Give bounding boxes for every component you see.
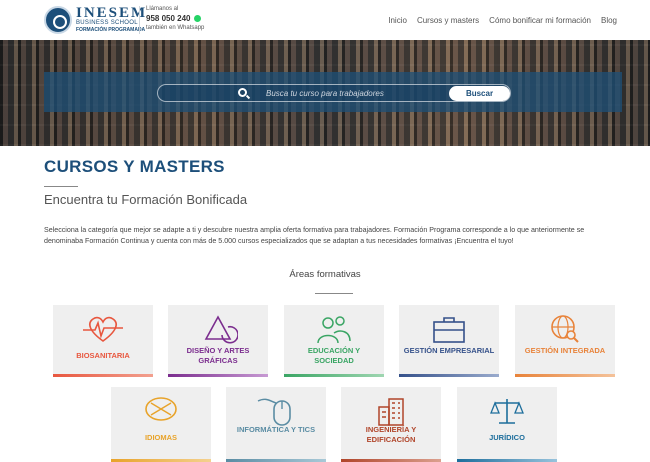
area-card-diseno[interactable]: DISEÑO Y ARTES GRÁFICAS xyxy=(168,305,268,377)
globe-search-icon xyxy=(551,315,579,343)
area-bar-biosanitaria xyxy=(53,374,153,377)
area-card-idiomas[interactable]: IDIOMAS xyxy=(111,387,211,462)
area-label-juridico: JURÍDICO xyxy=(489,433,525,442)
areas-underline xyxy=(315,293,353,294)
people-icon xyxy=(317,316,351,344)
search-button[interactable]: Buscar xyxy=(449,86,510,101)
whatsapp-label: también en Whatsapp xyxy=(146,25,205,31)
hero-banner: Buscar xyxy=(0,40,650,146)
area-card-gestion-integrada[interactable]: GESTIÓN INTEGRADA xyxy=(515,305,615,377)
phone-text[interactable]: 958 050 240 xyxy=(146,14,191,23)
logo-subtitle: BUSINESS SCHOOL xyxy=(76,20,138,26)
search-input[interactable] xyxy=(266,87,436,99)
mouse-icon xyxy=(257,398,291,426)
area-bar-gestion-empresarial xyxy=(399,374,499,377)
heartbeat-icon xyxy=(83,316,123,342)
shapes-icon xyxy=(204,315,238,344)
phone-number[interactable]: 958 050 240 xyxy=(146,14,201,23)
area-bar-diseno xyxy=(168,374,268,377)
page-title: CURSOS Y MASTERS xyxy=(44,157,225,176)
page-subtitle: Encuentra tu Formación Bonificada xyxy=(44,192,248,207)
intro-paragraph: Selecciona la categoría que mejor se ada… xyxy=(44,226,585,245)
area-label-educacion: EDUCACIÓN Y SOCIEDAD xyxy=(307,346,361,365)
whatsapp-icon[interactable] xyxy=(193,15,201,22)
speech-bubble-icon xyxy=(145,397,177,421)
area-bar-educacion xyxy=(284,374,384,377)
area-label-diseno: DISEÑO Y ARTES GRÁFICAS xyxy=(186,346,250,365)
area-card-informatica[interactable]: INFORMÁTICA Y TICS xyxy=(226,387,326,462)
building-icon xyxy=(378,398,404,426)
main-nav: Inicio Cursos y masters Cómo bonificar m… xyxy=(388,16,617,25)
area-label-idiomas: IDIOMAS xyxy=(144,433,178,442)
areas-heading: Áreas formativas xyxy=(289,269,361,280)
header-divider xyxy=(139,6,140,34)
area-label-informatica: INFORMÁTICA Y TICS xyxy=(236,425,316,434)
area-label-ingenieria: INGENIERÍA Y EDIFICACIÓN xyxy=(365,425,417,444)
area-card-ingenieria[interactable]: INGENIERÍA Y EDIFICACIÓN xyxy=(341,387,441,462)
call-label: Llámanos al xyxy=(146,6,179,12)
area-label-gestion-integrada: GESTIÓN INTEGRADA xyxy=(524,346,606,355)
area-label-gestion-empresarial: GESTIÓN EMPRESARIAL xyxy=(403,346,495,355)
search-bar: Buscar xyxy=(157,84,511,102)
nav-link-blog[interactable]: Blog xyxy=(601,16,617,25)
nav-link-inicio[interactable]: Inicio xyxy=(388,16,407,25)
logo-tagline: FORMACIÓN PROGRAMADA xyxy=(76,27,146,33)
search-icon xyxy=(238,88,247,97)
site-header: INESEM BUSINESS SCHOOL FORMACIÓN PROGRAM… xyxy=(0,0,650,40)
scales-icon xyxy=(490,399,524,424)
area-card-educacion[interactable]: EDUCACIÓN Y SOCIEDAD xyxy=(284,305,384,377)
area-bar-gestion-integrada xyxy=(515,374,615,377)
area-card-juridico[interactable]: JURÍDICO xyxy=(457,387,557,462)
nav-link-bonificar[interactable]: Cómo bonificar mi formación xyxy=(489,16,591,25)
logo-emblem-icon[interactable] xyxy=(44,6,72,34)
title-underline xyxy=(44,186,78,187)
area-card-gestion-empresarial[interactable]: GESTIÓN EMPRESARIAL xyxy=(399,305,499,377)
area-label-biosanitaria: BIOSANITARIA xyxy=(76,351,130,360)
nav-link-cursos[interactable]: Cursos y masters xyxy=(417,16,479,25)
briefcase-icon xyxy=(433,317,465,343)
area-card-biosanitaria[interactable]: BIOSANITARIA xyxy=(53,305,153,377)
